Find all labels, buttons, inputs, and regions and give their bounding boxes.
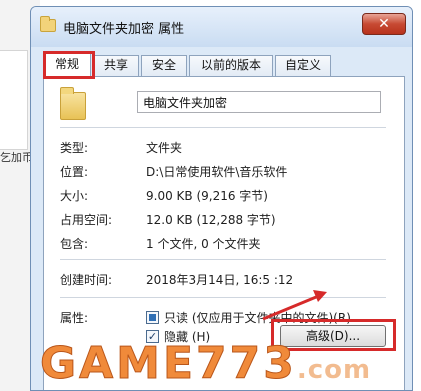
tab-highlight-box [43,51,95,79]
watermark: GAME773.com [40,336,371,391]
properties-dialog: 电脑文件夹加密 属性 ✕ 常规 共享 安全 以前的版本 自定义 类型: 文件夹 … [30,6,413,391]
watermark-main: GAME773 [40,338,297,390]
watermark-sub: .com [296,355,372,385]
background-panel [0,50,28,150]
background-label: 乞加币 [0,151,33,164]
